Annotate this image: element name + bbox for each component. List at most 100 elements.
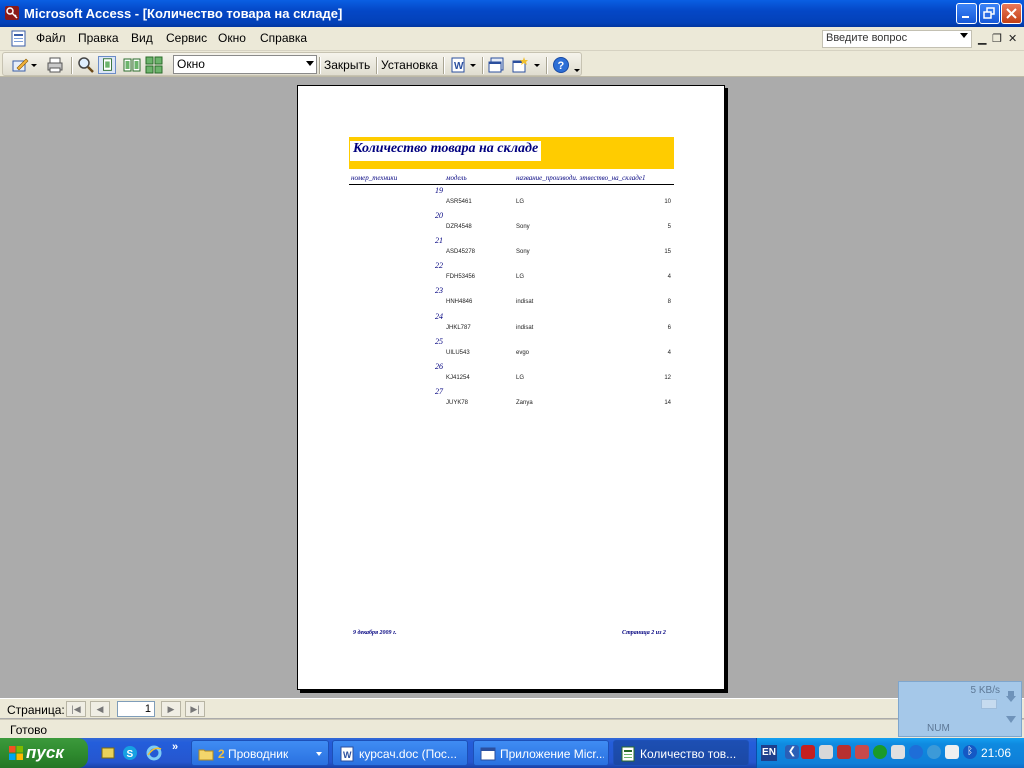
bluetooth-icon[interactable]: ᛒ [963,745,977,759]
svg-text:W: W [454,61,464,72]
task-report-active[interactable]: Количество тов... [613,740,749,766]
page-number-input[interactable]: 1 [117,701,155,717]
cell-maker: Sony [516,224,530,231]
menu-help[interactable]: Справка [260,31,307,45]
antivirus-icon[interactable] [801,745,815,759]
cell-maker: indisat [516,324,534,331]
cell-model: DZR4548 [446,224,472,231]
close-button[interactable] [1001,3,1022,24]
footer-page-number: Страница 2 из 2 [622,630,666,636]
tray-app-icon[interactable] [909,745,923,759]
svg-text:W: W [343,750,352,760]
group-number: 22 [435,261,443,271]
previous-page-icon: ◀ [96,704,104,714]
task-explorer[interactable]: 2 Проводник [191,740,329,766]
chevron-down-icon [306,61,314,66]
group-number: 24 [435,311,443,321]
office-links-dropdown-icon[interactable] [468,56,478,74]
menu-bar: Файл Правка Вид Сервис Окно Справка Введ… [0,27,1024,51]
help-question-input[interactable]: Введите вопрос [822,30,972,48]
tray-app-icon[interactable] [927,745,941,759]
menu-view[interactable]: Вид [131,31,153,45]
restore-button[interactable] [979,3,1000,24]
zoom-value: Окно [177,57,205,71]
group-number: 19 [435,186,443,195]
one-page-icon[interactable] [98,56,116,74]
tray-app-icon[interactable] [855,745,869,759]
cell-maker: Sony [516,249,530,256]
doc-restore-button[interactable]: ❐ [992,32,1002,45]
network-monitor-widget[interactable]: 5 KB/s NUM [898,681,1022,737]
internet-explorer-icon[interactable] [146,745,162,761]
cell-quantity: 6 [667,324,671,331]
two-pages-icon[interactable] [123,56,141,74]
column-header-maker-qty: название_производи. этвество_на_складе1 [516,174,646,182]
tray-app-icon[interactable] [819,745,833,759]
minimize-icon [962,16,969,18]
toolbar-separator [71,57,72,74]
design-view-icon[interactable] [11,56,29,74]
doc-minimize-button[interactable]: ▁ [978,32,986,45]
database-window-icon[interactable] [488,56,506,74]
language-indicator[interactable]: EN [761,745,777,761]
start-button[interactable]: пуск [0,738,88,768]
chevron-down-icon[interactable] [960,33,968,39]
close-preview-button[interactable]: Закрыть [324,58,370,72]
svg-text:S: S [127,749,134,760]
application-window-icon [480,747,496,761]
menu-edit[interactable]: Правка [78,31,119,45]
previous-page-button[interactable]: ◀ [90,701,110,717]
last-page-button[interactable]: ▶| [185,701,205,717]
menu-tools[interactable]: Сервис [166,31,207,45]
menu-file[interactable]: Файл [36,31,66,45]
toolbar-separator [482,57,483,74]
help-icon[interactable]: ? [552,56,570,74]
num-lock-indicator: NUM [927,723,950,734]
group-number: 25 [435,336,443,346]
toolbar-options-icon[interactable] [573,56,581,74]
volume-icon[interactable] [891,745,905,759]
tray-app-icon[interactable] [945,745,959,759]
toolbar-separator [376,57,377,74]
page-navigation-bar: Страница: |◀ ◀ 1 ▶ ▶| [0,698,1024,718]
report-page[interactable]: Количество товара на складе номер_техник… [297,85,725,690]
multiple-pages-icon[interactable] [145,56,163,74]
group-number: 26 [435,361,443,371]
new-object-icon[interactable] [511,56,529,74]
doc-close-button[interactable]: ✕ [1008,32,1017,45]
tray-app-icon[interactable] [873,745,887,759]
cell-quantity: 12 [664,374,671,381]
quicklaunch-more-icon[interactable]: » [172,741,178,753]
network-speed: 5 KB/s [970,685,1000,696]
clock: 21:06 [980,746,1011,760]
cell-quantity: 8 [667,299,671,306]
page-setup-button[interactable]: Установка [381,58,438,72]
tray-app-icon[interactable] [837,745,851,759]
task-app-window[interactable]: Приложение Micr... [473,740,609,766]
system-tray: EN ❮ ᛒ 21:06 [756,738,1024,768]
report-title: Количество товара на складе [350,141,542,161]
report-doc-icon[interactable] [10,30,28,47]
new-object-dropdown-icon[interactable] [532,56,542,74]
zoom-select[interactable]: Окно [173,55,317,74]
next-page-button[interactable]: ▶ [161,701,181,717]
magnifier-icon[interactable] [77,56,95,74]
print-icon[interactable] [46,56,64,74]
word-icon[interactable]: W [449,56,467,74]
view-dropdown-icon[interactable] [29,56,39,74]
first-page-button[interactable]: |◀ [66,701,86,717]
window-title-bar[interactable]: Microsoft Access - [Количество товара на… [0,0,1024,27]
skype-icon[interactable]: S [122,745,138,761]
quicklaunch-app-icon[interactable] [100,745,116,761]
cell-quantity: 14 [664,399,671,406]
column-header-number: номер_техники [351,174,398,182]
task-label: Количество тов... [640,747,737,761]
task-word-doc[interactable]: W курсач.doc (Пос... [332,740,468,766]
menu-window[interactable]: Окно [218,31,246,45]
minimize-button[interactable] [956,3,977,24]
windows-logo-icon [9,746,23,760]
cell-model: JHKL787 [446,324,471,331]
cell-model: JUYK78 [446,399,469,406]
tray-expand-icon[interactable]: ❮ [785,745,799,759]
cell-maker: LG [516,374,525,381]
